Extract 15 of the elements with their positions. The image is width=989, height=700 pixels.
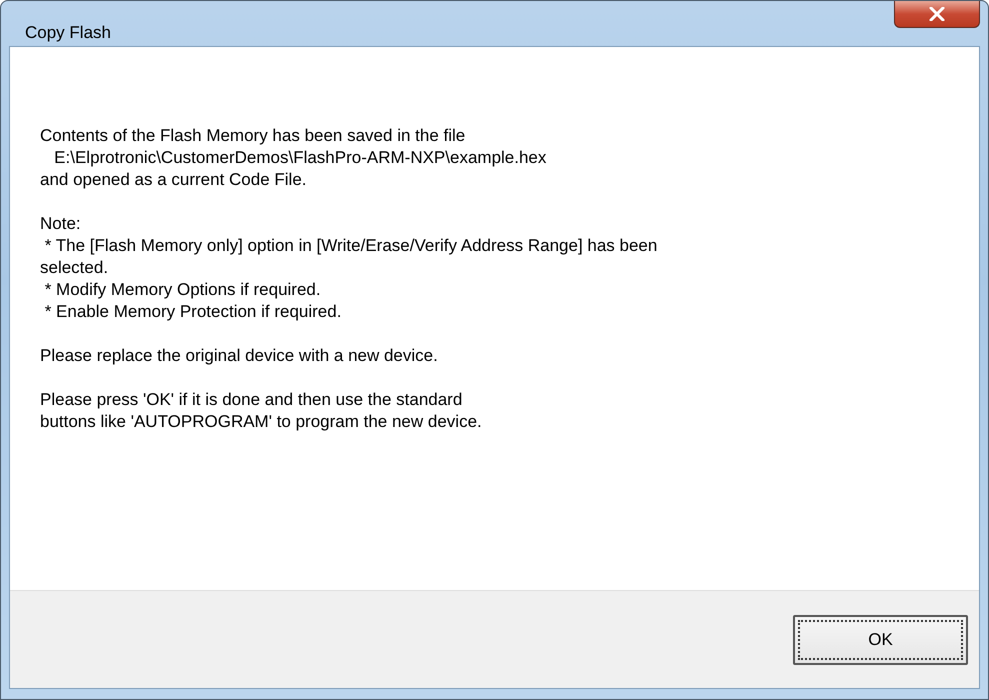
message-text: buttons like 'AUTOPROGRAM' to program the new device.	[40, 411, 483, 433]
message-text: * The [Flash Memory only] option in [Write/Erase/Verify Address Range] has been	[44, 235, 658, 257]
close-icon	[929, 7, 945, 21]
message-text: * Modify Memory Options if required.	[44, 279, 322, 301]
message-text: Note:	[40, 213, 82, 235]
close-button[interactable]	[894, 1, 980, 28]
message-text: and opened as a current Code File.	[40, 169, 308, 191]
message-text: E:\Elprotronic\CustomerDemos\FlashPro-ARM-NXP\example.hex	[53, 147, 548, 169]
message-text: Contents of the Flash Memory has been saved in the file	[40, 125, 466, 147]
window-title: Copy Flash	[25, 23, 111, 43]
message-text: selected.	[40, 257, 110, 279]
message-text: Please press 'OK' if it is done and then use the standard	[40, 389, 464, 411]
message-text: Please replace the original device with a new device.	[40, 345, 439, 367]
ok-button[interactable]: OK	[793, 614, 968, 664]
message-text: * Enable Memory Protection if required.	[44, 301, 342, 323]
